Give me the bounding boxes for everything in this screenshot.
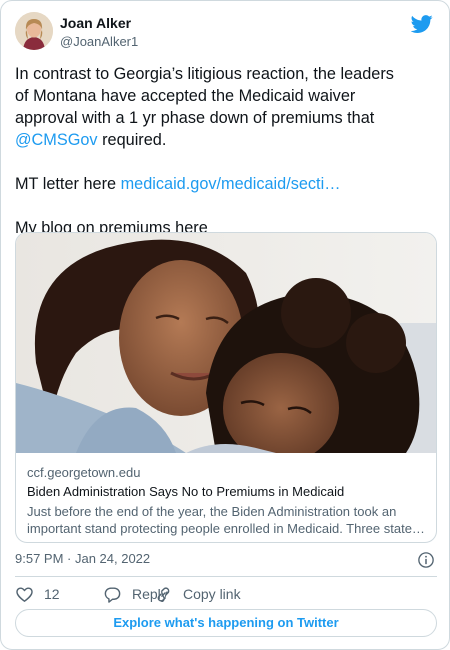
tweet-line: In contrast to Georgia’s litigious react… [15, 65, 394, 83]
link-preview-card[interactable]: ccf.georgetown.edu Biden Administration … [15, 232, 437, 543]
twitter-bird-icon[interactable] [411, 13, 433, 35]
tweet-timestamp[interactable]: 9:57 PM · Jan 24, 2022 [15, 551, 150, 566]
link-domain: ccf.georgetown.edu [27, 465, 141, 480]
link-icon [157, 586, 170, 602]
heart-icon [16, 586, 33, 602]
mt-letter-label: MT letter here [15, 175, 121, 193]
tweet-embed-card: Joan Alker @JoanAlker1 In contrast to Ge… [0, 0, 450, 650]
author-handle[interactable]: @JoanAlker1 [60, 34, 138, 49]
tweet-line: approval with a 1 yr phase down of premi… [15, 109, 375, 127]
avatar-photo [15, 12, 53, 50]
explore-twitter-button[interactable]: Explore what's happening on Twitter [15, 609, 437, 637]
link-description-line: important stand protecting people enroll… [27, 521, 425, 536]
copy-link-button[interactable]: Copy link [154, 584, 241, 604]
divider [15, 576, 437, 577]
link-title: Biden Administration Says No to Premiums… [27, 484, 345, 499]
cmsgov-mention-link[interactable]: @CMSGov [15, 131, 98, 149]
tweet-line: @CMSGov required. [15, 129, 439, 151]
like-button[interactable]: 12 [15, 584, 60, 604]
like-count: 12 [44, 586, 60, 602]
copy-link-label: Copy link [183, 586, 241, 602]
tweet-line: of Montana have accepted the Medicaid wa… [15, 87, 356, 105]
link-description-line: Just before the end of the year, the Bid… [27, 504, 397, 519]
link-description: Just before the end of the year, the Bid… [27, 503, 429, 537]
medicaid-gov-link[interactable]: medicaid.gov/medicaid/secti… [121, 175, 341, 193]
tweet-line: MT letter here medicaid.gov/medicaid/sec… [15, 173, 439, 195]
preview-image [16, 233, 436, 453]
tweet-line-text: required. [97, 131, 167, 149]
avatar[interactable] [15, 12, 53, 50]
author-display-name[interactable]: Joan Alker [60, 15, 131, 31]
tweet-text: In contrast to Georgia’s litigious react… [15, 63, 439, 239]
reply-icon [104, 586, 121, 603]
info-icon[interactable] [417, 551, 435, 569]
